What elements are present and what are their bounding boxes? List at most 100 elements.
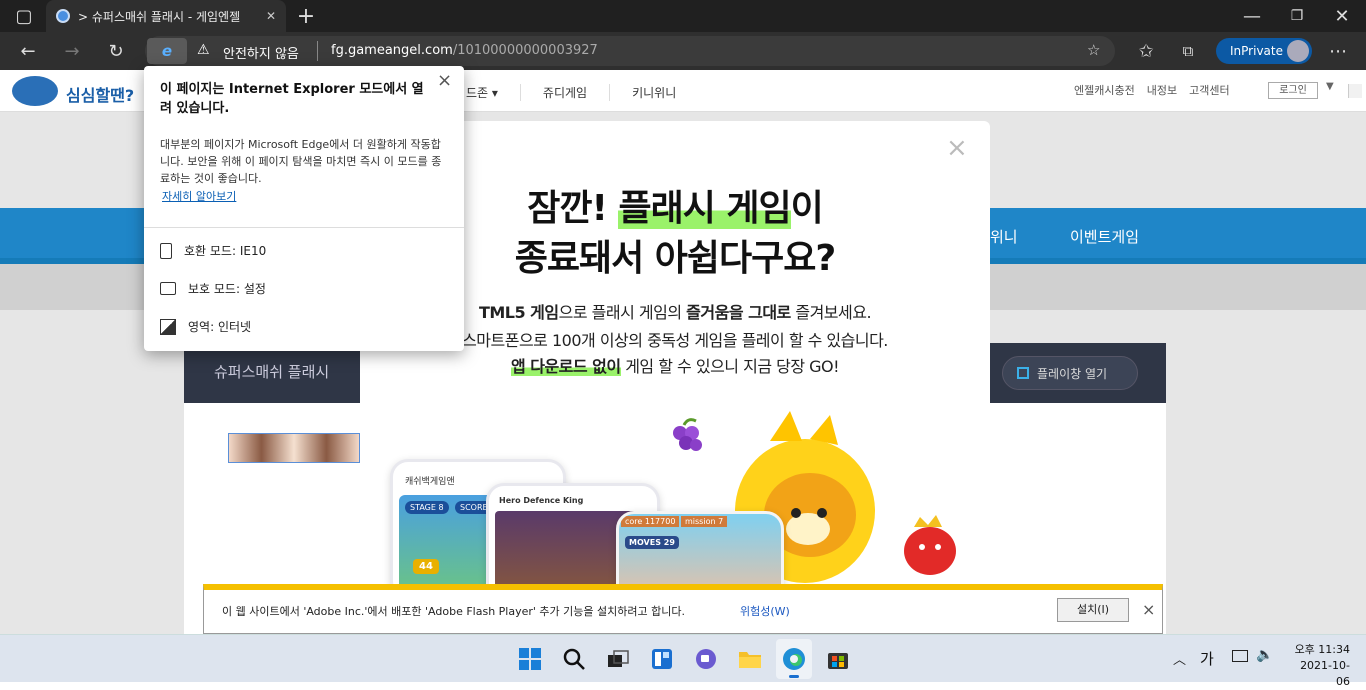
divider: [317, 41, 318, 61]
avatar-icon: [1287, 40, 1309, 62]
game-title: 슈퍼스매쉬 플래시: [214, 363, 330, 381]
open-window-label: 플레이창 열기: [1037, 366, 1108, 381]
new-tab-icon[interactable]: +: [290, 0, 322, 32]
infobar-message: 이 웹 사이트에서 'Adobe Inc.'에서 배포한 'Adobe Flas…: [222, 605, 685, 618]
phone1-stage: STAGE 8: [405, 501, 449, 514]
clock[interactable]: 오후 11:34 2021-10-06: [1290, 642, 1350, 690]
address-bar[interactable]: e ⚠ 안전하지 않음 fg.gameangel.com/10100000000…: [145, 36, 1115, 66]
grape-icon: [670, 415, 704, 455]
url-host: fg.gameangel.com: [331, 43, 453, 58]
protect-mode-row: 보호 모드: 설정: [160, 280, 266, 297]
zone-row: 영역: 인터넷: [160, 318, 251, 335]
refresh-icon[interactable]: ↻: [100, 35, 132, 67]
band-item[interactable]: 위니: [990, 226, 1018, 247]
restore-icon[interactable]: ❐: [1281, 0, 1313, 32]
tab-close-icon[interactable]: ✕: [266, 9, 276, 23]
headline-highlight: 플래시 게임: [618, 188, 792, 229]
phone1-badge: 44: [413, 559, 439, 574]
phone3-moves: MOVES 29: [625, 536, 679, 549]
volume-icon[interactable]: 🔈: [1256, 647, 1273, 663]
phone3-mission: mission 7: [681, 516, 728, 527]
back-icon[interactable]: ←: [12, 35, 44, 67]
infobar-close-button[interactable]: ×: [1142, 600, 1155, 619]
browser-tab[interactable]: > 슈퍼스매쉬 플래시 - 게임엔젤 ✕: [46, 0, 286, 32]
start-icon[interactable]: [514, 643, 546, 675]
zone-icon: [160, 318, 176, 335]
minimize-icon[interactable]: —: [1236, 0, 1268, 32]
chat-icon[interactable]: [690, 643, 722, 675]
ie-logo-icon: e: [161, 42, 173, 60]
dropdown-icon[interactable]: ▼: [1326, 81, 1334, 92]
compat-mode-row: 호환 모드: IE10: [160, 242, 266, 259]
clock-date: 2021-10-06: [1300, 659, 1350, 688]
url-path: /10100000000003927: [452, 43, 598, 58]
edge-taskbar-icon[interactable]: [776, 639, 812, 679]
inprivate-button[interactable]: InPrivate: [1216, 38, 1312, 64]
flyout-close-button[interactable]: ×: [437, 70, 452, 91]
line1-post: 즐겨보세요.: [790, 303, 872, 322]
line1-bold2: 즐거움을 그대로: [686, 303, 791, 322]
ie-mode-flyout: × 이 페이지는 Internet Explorer 모드에서 열려 있습니다.…: [144, 66, 464, 351]
document-icon: [160, 242, 172, 259]
site-logo-icon[interactable]: [12, 76, 58, 106]
nav-item[interactable]: 키니위니: [609, 84, 676, 101]
line3-post: 게임 할 수 있으니 지금 당장 GO!: [620, 357, 840, 376]
tab-actions-icon[interactable]: ▢: [8, 0, 40, 32]
compat-mode-label: 호환 모드: IE10: [184, 244, 267, 258]
phone3-score: core 117700: [621, 516, 680, 527]
url-text[interactable]: fg.gameangel.com/10100000000003927: [331, 43, 598, 58]
flyout-body: 대부분의 페이지가 Microsoft Edge에서 더 원활하게 작동합니다.…: [160, 138, 442, 185]
nav-item[interactable]: 드존 ▾: [466, 84, 498, 101]
search-icon[interactable]: [558, 643, 590, 675]
top-link[interactable]: 엔젤캐시충전: [1074, 82, 1135, 98]
ie-mode-button[interactable]: e: [147, 38, 187, 64]
window-icon: [1017, 367, 1029, 379]
install-button[interactable]: 설치(I): [1057, 598, 1129, 622]
site-logo-text[interactable]: 심심할땐?: [66, 82, 134, 106]
open-play-window-button[interactable]: 플레이창 열기: [1002, 356, 1138, 390]
modal-line-3: 앱 다운로드 없이 게임 할 수 있으니 지금 당장 GO!: [360, 353, 990, 377]
zone-label: 영역: 인터넷: [188, 320, 252, 334]
file-explorer-icon[interactable]: [734, 643, 766, 675]
divider: [144, 227, 464, 228]
more-icon[interactable]: ⋯: [1322, 35, 1354, 67]
addon-infobar: 이 웹 사이트에서 'Adobe Inc.'에서 배포한 'Adobe Flas…: [203, 584, 1163, 634]
headline-post: 이: [790, 188, 824, 229]
top-link[interactable]: 내정보: [1147, 82, 1177, 98]
strawberry-icon: [900, 513, 960, 577]
add-favorite-icon[interactable]: ☆: [1087, 41, 1100, 59]
learn-more-link[interactable]: 자세히 알아보기: [162, 188, 236, 204]
favorites-icon[interactable]: ✩: [1130, 35, 1162, 67]
scroll-up-icon[interactable]: [1348, 84, 1362, 98]
widgets-icon[interactable]: [646, 643, 678, 675]
collections-icon[interactable]: ⧉: [1172, 35, 1204, 67]
active-indicator: [789, 675, 799, 678]
chevron-up-icon[interactable]: ︿: [1173, 649, 1186, 668]
warning-icon: ⚠: [197, 42, 210, 58]
login-button[interactable]: 로그인: [1268, 82, 1318, 99]
top-link[interactable]: 고객센터: [1189, 82, 1229, 98]
ime-indicator[interactable]: 가: [1200, 648, 1214, 669]
game-thumbnail[interactable]: [228, 433, 360, 463]
task-view-icon[interactable]: [602, 643, 634, 675]
modal-close-button[interactable]: ×: [946, 133, 968, 163]
risk-link[interactable]: 위험성(W): [740, 603, 790, 619]
clock-time: 오후 11:34: [1294, 643, 1350, 656]
windows-taskbar: ︿ 가 🔈 오후 11:34 2021-10-06: [0, 634, 1366, 688]
line3-highlight: 앱 다운로드 없이: [510, 357, 621, 376]
network-icon[interactable]: [1232, 650, 1248, 662]
ie-favicon-icon: [56, 9, 70, 23]
line1-mid: 으로 플래시 게임의: [558, 303, 687, 322]
band-item[interactable]: 이벤트게임: [1070, 226, 1139, 247]
close-window-icon[interactable]: ✕: [1326, 0, 1358, 32]
security-label[interactable]: 안전하지 않음: [223, 43, 299, 62]
tab-bar: ▢ > 슈퍼스매쉬 플래시 - 게임엔젤 ✕ + — ❐ ✕: [0, 0, 1366, 32]
line1-bold: TML5 게임: [478, 303, 559, 322]
store-icon[interactable]: [822, 643, 854, 675]
forward-icon[interactable]: →: [56, 35, 88, 67]
nav-item[interactable]: 쥬디게임: [519, 84, 587, 101]
flyout-title: 이 페이지는 Internet Explorer 모드에서 열려 있습니다.: [160, 82, 424, 116]
tab-title: > 슈퍼스매쉬 플래시 - 게임엔젤: [78, 9, 241, 24]
protect-mode-label: 보호 모드: 설정: [188, 282, 266, 296]
headline-pre: 잠깐!: [527, 188, 619, 229]
